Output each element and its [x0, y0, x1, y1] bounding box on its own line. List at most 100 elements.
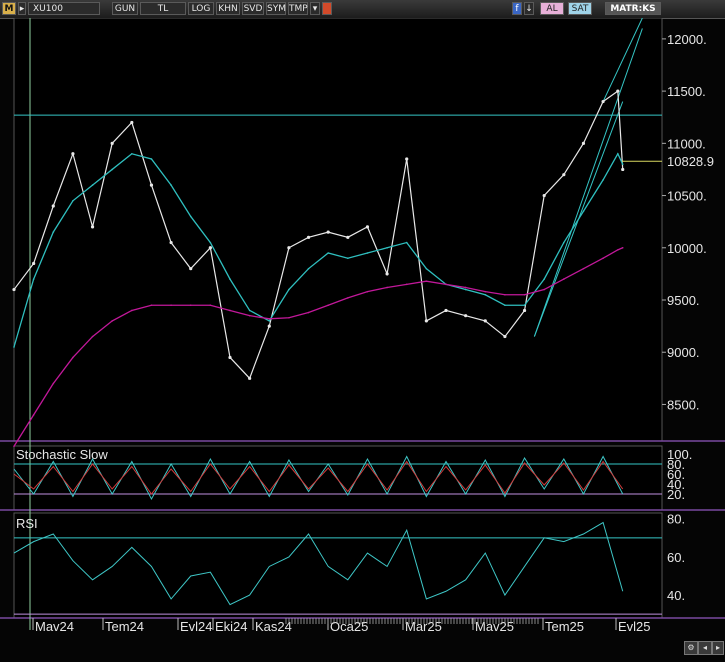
- y-tick-label: 11000.: [667, 136, 706, 151]
- buy-button[interactable]: AL: [540, 2, 564, 15]
- ma-short-series-point: [602, 179, 604, 181]
- price-series-point: [542, 193, 546, 198]
- ma-long-series-point: [621, 246, 624, 249]
- tl-button[interactable]: TL: [140, 2, 186, 15]
- down-arrow-icon[interactable]: ↓: [524, 2, 534, 15]
- ma-short-series-point: [366, 252, 369, 254]
- ma-long-series-point: [288, 316, 290, 319]
- panel-frame-2: [13, 512, 663, 619]
- ma-short-series-point: [32, 278, 35, 280]
- scroll-right-icon[interactable]: ▸: [712, 641, 724, 655]
- app-logo[interactable]: M: [2, 2, 16, 15]
- log-button[interactable]: LOG: [188, 2, 214, 15]
- ma-short-series-point: [543, 278, 545, 280]
- tmp-button[interactable]: TMP: [288, 2, 308, 15]
- toolbar: M ▸ XU100 GUN TL LOG KHN SVD SYM TMP ▾ f…: [0, 0, 725, 19]
- stochastic-title: Stochastic Slow: [16, 447, 108, 462]
- price-series-point: [346, 235, 350, 239]
- rsi-y-tick-label: 80.: [667, 512, 685, 527]
- ma-short-series-point: [150, 158, 153, 160]
- matrix-button[interactable]: MATR:KS: [605, 2, 661, 15]
- price-series-point: [32, 261, 36, 266]
- price-series-point: [228, 355, 232, 360]
- price-series-point: [365, 225, 370, 229]
- ma-long-series-point: [209, 304, 212, 307]
- ma-long-series-point: [347, 297, 349, 299]
- last-value-label: 10828.9: [667, 154, 714, 169]
- ma-long-series-point: [150, 304, 153, 307]
- price-series-point: [267, 324, 271, 328]
- sym-button[interactable]: SYM: [266, 2, 286, 15]
- ma-short-series-point: [111, 168, 113, 171]
- price-series-point: [405, 157, 409, 161]
- ma-short-series-point: [248, 309, 251, 312]
- price-series-point: [444, 308, 448, 313]
- price-series-point: [503, 334, 507, 339]
- ma-long-series-point: [189, 304, 192, 307]
- ma-short-series-point: [464, 288, 467, 291]
- ma-short-series-point: [405, 241, 408, 244]
- ma-long-series-point: [504, 293, 506, 296]
- price-series-point: [208, 246, 212, 250]
- scroll-left-icon[interactable]: ◂: [698, 641, 712, 655]
- rsi-y-tick-label: 40.: [667, 588, 685, 603]
- ma-short-series-point: [504, 304, 506, 307]
- ma-long-series-point: [563, 278, 565, 280]
- ma-long-series-point: [617, 249, 619, 251]
- ma-long-series-point: [52, 382, 55, 385]
- price-series-point: [385, 272, 389, 276]
- facebook-icon[interactable]: f: [512, 2, 522, 15]
- ma-short-series-point: [13, 346, 15, 348]
- price-series-point: [616, 89, 620, 93]
- ma-long-series-point: [111, 320, 113, 322]
- price-series-point: [601, 99, 605, 104]
- ma-long-series-point: [72, 356, 74, 359]
- ma-short-series-point: [131, 152, 133, 155]
- panel-frame-1: [13, 445, 663, 511]
- ma-short-series-point: [268, 320, 271, 322]
- ma-long-series-point: [445, 283, 447, 286]
- chart-area[interactable]: 12000. 11500. 11000. 10500. 10000. 9500. 9000.…: [0, 18, 725, 632]
- bird-icon[interactable]: [322, 2, 332, 15]
- x-tick-label: Evl25: [618, 619, 651, 632]
- ma-short-series-point: [91, 184, 94, 186]
- y-tick-label: 11500.: [667, 84, 706, 99]
- ma-short-series-point: [170, 184, 172, 186]
- symbol-field[interactable]: XU100: [28, 2, 100, 15]
- x-tick-label: Mav24: [35, 619, 74, 632]
- ma-long-series-point: [582, 267, 585, 270]
- ma-short-series-point: [386, 246, 388, 249]
- y-tick-label: 9000.: [667, 345, 700, 360]
- gun-button[interactable]: GUN: [112, 2, 138, 15]
- panel-frame-0: [13, 18, 663, 442]
- ma-short-series-point: [72, 199, 74, 202]
- ma-short-series-point: [347, 257, 349, 260]
- dropdown-icon[interactable]: ▾: [310, 2, 320, 15]
- sell-button[interactable]: SAT: [568, 2, 592, 15]
- khn-button[interactable]: KHN: [216, 2, 240, 15]
- y-tick-label: 10500.: [667, 189, 707, 204]
- settings-icon[interactable]: ⚙: [684, 641, 698, 655]
- y-tick-label: 10000.: [667, 241, 707, 256]
- ma-short-series-point: [189, 215, 192, 218]
- ma-long-series-point: [386, 286, 388, 289]
- price-series-point: [483, 319, 487, 323]
- ma-short-series-point: [621, 163, 624, 166]
- price-series-point: [248, 376, 252, 380]
- ma-long-series-point: [229, 309, 231, 312]
- ma-long-series-point: [131, 309, 133, 312]
- ma-long-series-point: [602, 257, 604, 260]
- ma-short-series-point: [52, 231, 55, 233]
- price-series-point: [306, 235, 311, 239]
- svd-button[interactable]: SVD: [242, 2, 264, 15]
- price-series-point: [149, 183, 154, 187]
- ma-long-series-point: [405, 283, 408, 286]
- ma-short-series-point: [484, 293, 487, 296]
- ma-short-series-point: [288, 288, 290, 291]
- menu-icon[interactable]: ▸: [18, 2, 26, 15]
- x-tick-label: Evl24: [180, 619, 213, 632]
- ma-short-series-point: [307, 267, 310, 270]
- ma-short-series-point: [327, 252, 329, 254]
- ma-long-series-point: [523, 293, 526, 296]
- rsi-y-tick-label: 60.: [667, 550, 685, 565]
